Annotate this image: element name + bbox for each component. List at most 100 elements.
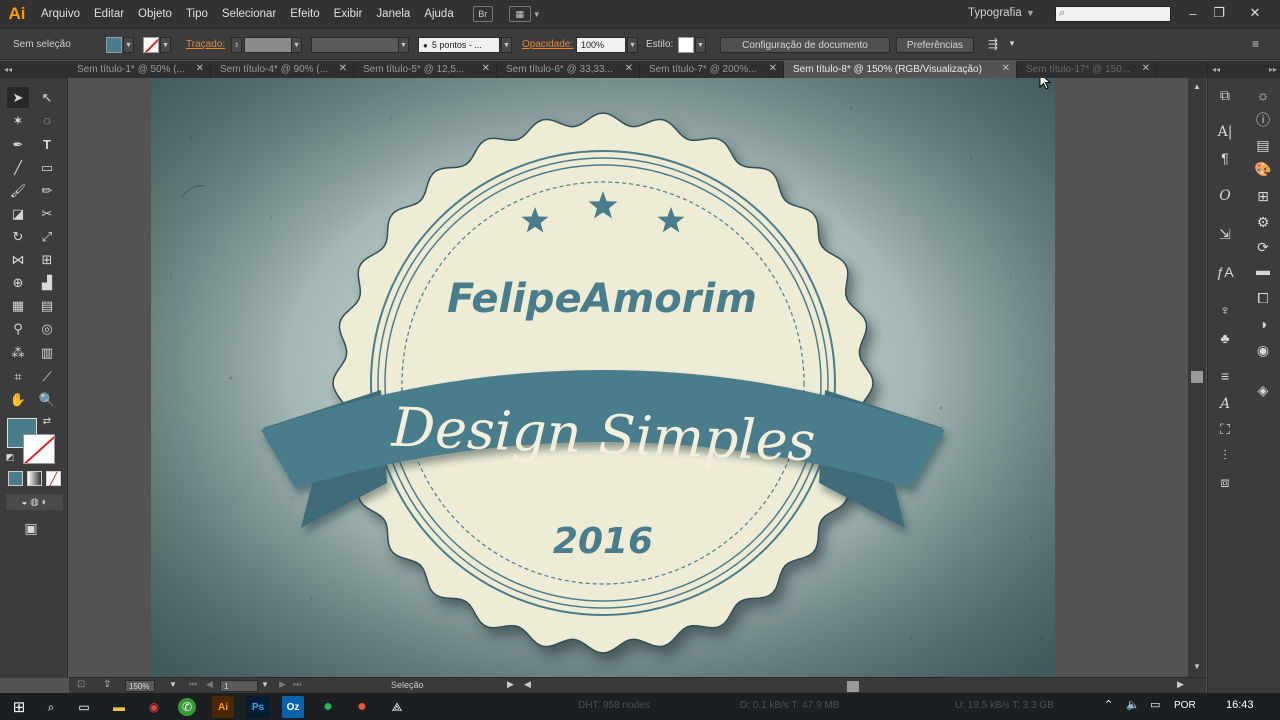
distribute-panel-icon[interactable]: ⫶ bbox=[1214, 444, 1236, 466]
vertical-scroll-thumb[interactable] bbox=[1191, 371, 1203, 383]
opacity-label[interactable]: Opacidade: bbox=[522, 39, 573, 50]
spotify-icon[interactable]: ● bbox=[317, 696, 339, 718]
drawing-modes-icon[interactable]: ◒ ◍ ◐ bbox=[6, 494, 63, 510]
gradient-tool-icon[interactable]: ▤ bbox=[36, 295, 58, 316]
tab-document-8-active[interactable]: Sem título-8* @ 150% (RGB/Visualização) ✕ bbox=[784, 61, 1017, 78]
language-indicator[interactable]: POR bbox=[1174, 700, 1196, 711]
tab-close-icon[interactable]: ✕ bbox=[1142, 63, 1150, 74]
stroke-color-swatch[interactable] bbox=[143, 37, 159, 53]
last-artboard-icon[interactable]: ⏭ bbox=[293, 679, 301, 690]
artboard-tool-icon[interactable]: ⌗ bbox=[7, 366, 29, 387]
eyedropper-tool-icon[interactable]: ⚲ bbox=[7, 318, 29, 339]
chrome-icon[interactable]: ◉ bbox=[143, 696, 165, 718]
screen-mode-icon[interactable]: ▣ bbox=[20, 518, 42, 539]
transparency-panel-icon[interactable]: ◑ bbox=[1252, 313, 1274, 335]
tab-document-4[interactable]: Sem título-4* @ 90% (... ✕ bbox=[211, 61, 354, 78]
tab-close-icon[interactable]: ✕ bbox=[625, 63, 633, 74]
appearance-panel-icon[interactable]: ◉ bbox=[1252, 339, 1274, 361]
illustrator-taskbar-icon[interactable]: Ai bbox=[212, 696, 234, 718]
canvas-area[interactable]: FelipeAmorim Design Simples 2016 bbox=[69, 78, 1188, 677]
type-tool-icon[interactable]: T bbox=[36, 134, 58, 155]
close-icon[interactable]: ✕ bbox=[1244, 4, 1266, 22]
preferences-button[interactable]: Preferências bbox=[896, 37, 974, 53]
pencil-tool-icon[interactable]: ✏ bbox=[36, 180, 58, 201]
symbol-sprayer-tool-icon[interactable]: ⁂ bbox=[7, 342, 29, 363]
menu-selecionar[interactable]: Selecionar bbox=[215, 8, 283, 20]
tools-panel-collapse-icon[interactable]: ◂◂ bbox=[0, 61, 68, 78]
document-setup-button[interactable]: Configuração de documento bbox=[720, 37, 890, 53]
dock-collapse-icon[interactable]: ▸▸ bbox=[1269, 65, 1277, 74]
artboard-dropdown-icon[interactable]: ▼ bbox=[261, 680, 269, 689]
brushes-panel-icon[interactable]: ⚙ bbox=[1252, 211, 1274, 233]
badge-year-text[interactable]: 2016 bbox=[553, 521, 653, 562]
stroke-panel-icon[interactable]: ▬ bbox=[1252, 259, 1274, 281]
default-colors-icon[interactable]: ◩ bbox=[3, 450, 17, 464]
app-taskbar-icon[interactable]: ⟁ bbox=[386, 696, 408, 718]
windows-start-icon[interactable]: ⊞ bbox=[8, 696, 30, 718]
artboard[interactable]: FelipeAmorim Design Simples 2016 bbox=[151, 78, 1055, 677]
navigator-panel-icon[interactable]: ⧉ bbox=[1214, 84, 1236, 106]
restore-icon[interactable]: ❐ bbox=[1208, 4, 1230, 22]
fill-color-swatch[interactable] bbox=[106, 37, 122, 53]
help-search-input[interactable]: ⌕ bbox=[1055, 6, 1171, 22]
swap-fill-stroke-icon[interactable]: ⇄ bbox=[40, 414, 54, 428]
dock-header[interactable]: ◂◂ ▸▸ bbox=[1208, 61, 1280, 78]
panel-menu-icon[interactable]: ≡ bbox=[1252, 37, 1259, 51]
tab-document-1[interactable]: Sem título-1* @ 50% (... ✕ bbox=[68, 61, 211, 78]
variable-width-profile[interactable] bbox=[311, 37, 399, 53]
export-icon[interactable]: ⇪ bbox=[103, 679, 111, 690]
rectangle-tool-icon[interactable]: ▭ bbox=[36, 157, 58, 178]
eraser-tool-icon[interactable]: ◪ bbox=[7, 203, 29, 224]
zoom-tool-icon[interactable]: 🔍 bbox=[36, 389, 58, 410]
tab-close-icon[interactable]: ✕ bbox=[339, 63, 347, 74]
previous-artboard-icon[interactable]: ◀ bbox=[206, 679, 213, 690]
transform-panel-icon[interactable]: ⛶ bbox=[1214, 418, 1236, 440]
scale-tool-icon[interactable]: ⤢ bbox=[36, 226, 58, 247]
mesh-tool-icon[interactable]: ▦ bbox=[7, 295, 29, 316]
bridge-button[interactable]: Br bbox=[472, 6, 493, 22]
artboards-panel-icon[interactable]: ⧈ bbox=[1214, 471, 1236, 493]
workspace-chevron-icon[interactable]: ▼ bbox=[1026, 8, 1035, 18]
grid-panel-icon[interactable]: ⊞ bbox=[1252, 185, 1274, 207]
tab-document-7[interactable]: Sem título-7* @ 200%... ✕ bbox=[640, 61, 784, 78]
artboard-navigation-icon[interactable]: ⊡ bbox=[77, 679, 85, 690]
line-tool-icon[interactable]: ╱ bbox=[7, 157, 29, 178]
media-player-icon[interactable]: ● bbox=[351, 696, 373, 718]
opacity-dropdown-icon[interactable]: ▼ bbox=[627, 37, 638, 53]
symbols-panel-icon[interactable]: ⟳ bbox=[1252, 236, 1274, 258]
layers-panel-icon[interactable]: ◈ bbox=[1252, 379, 1274, 401]
photoshop-taskbar-icon[interactable]: Ps bbox=[247, 696, 269, 718]
lasso-tool-icon[interactable]: ◌ bbox=[36, 110, 58, 131]
scroll-right-icon[interactable]: ▶ bbox=[1177, 679, 1184, 690]
tray-chevron-icon[interactable]: ⌃ bbox=[1104, 698, 1113, 711]
width-tool-icon[interactable]: ⋈ bbox=[7, 249, 29, 270]
color-guide-icon[interactable]: ▤ bbox=[1252, 134, 1274, 156]
tab-document-6[interactable]: Sem título-6* @ 33,33... ✕ bbox=[497, 61, 640, 78]
horizontal-scroll-thumb[interactable] bbox=[847, 681, 859, 692]
opacity-field[interactable]: 100% bbox=[576, 37, 626, 53]
magic-wand-tool-icon[interactable]: ✶ bbox=[7, 110, 29, 131]
type-on-path-panel-icon[interactable]: ƒA bbox=[1214, 261, 1236, 283]
tab-close-icon[interactable]: ✕ bbox=[196, 63, 204, 74]
paragraph-panel-icon[interactable]: ¶ bbox=[1214, 147, 1236, 169]
task-view-icon[interactable]: ▭ bbox=[73, 696, 95, 718]
profile-dropdown-icon[interactable]: ▼ bbox=[398, 37, 409, 53]
none-mode-icon[interactable]: ╱ bbox=[46, 471, 61, 486]
minimize-icon[interactable]: – bbox=[1182, 4, 1204, 22]
shape-builder-tool-icon[interactable]: ⊕ bbox=[7, 272, 29, 293]
glyphs-panel-icon[interactable]: ⇲ bbox=[1214, 223, 1236, 245]
search-taskbar-icon[interactable]: ⌕ bbox=[40, 696, 62, 718]
character-panel-icon[interactable]: A| bbox=[1214, 121, 1236, 143]
status-menu-icon[interactable]: ▶ bbox=[507, 679, 514, 690]
swatches-panel-icon[interactable]: 🎨 bbox=[1252, 158, 1274, 180]
pen-tool-icon[interactable]: ✒ bbox=[7, 134, 29, 155]
tab-close-icon[interactable]: ✕ bbox=[1002, 63, 1010, 74]
menu-efeito[interactable]: Efeito bbox=[283, 8, 326, 20]
scroll-down-icon[interactable]: ▼ bbox=[1193, 662, 1201, 671]
column-graph-tool-icon[interactable]: ▥ bbox=[36, 342, 58, 363]
arrange-documents-icon[interactable]: ▦ bbox=[508, 6, 531, 22]
club-symbol-icon[interactable]: ♣ bbox=[1214, 327, 1236, 349]
stroke-color-box[interactable] bbox=[23, 434, 55, 464]
scroll-left-icon[interactable]: ◀ bbox=[524, 679, 531, 690]
free-transform-tool-icon[interactable]: ⊞ bbox=[36, 249, 58, 270]
